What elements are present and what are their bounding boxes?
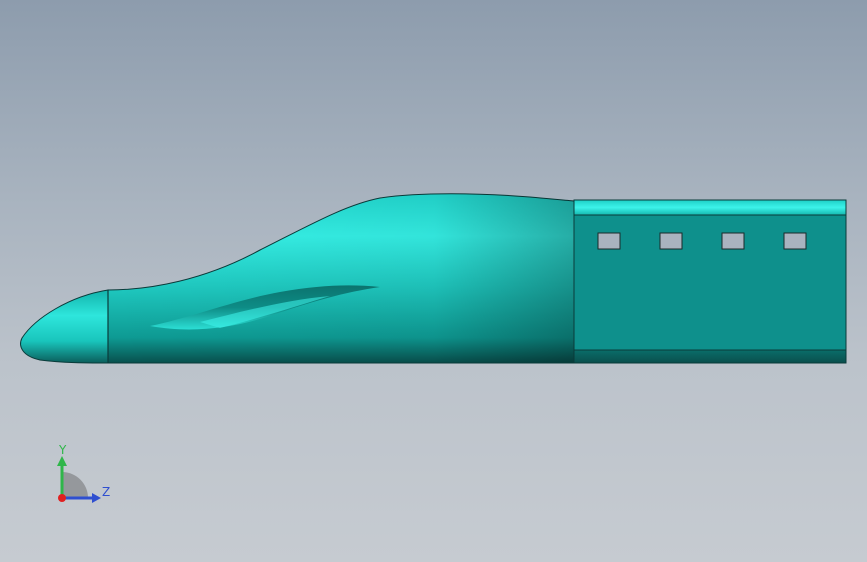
axis-z-label: Z [102, 485, 111, 499]
car-roof[interactable] [573, 199, 847, 216]
window-4[interactable] [783, 232, 807, 250]
nose-tip[interactable] [20, 289, 109, 364]
axis-y-label: Y [59, 443, 67, 457]
triad-quadrant [62, 472, 88, 498]
window-1[interactable] [597, 232, 621, 250]
window-3[interactable] [721, 232, 745, 250]
train-nose-model[interactable] [0, 0, 867, 562]
graphics-viewport[interactable]: Y Z [0, 0, 867, 562]
reference-triad: Y Z [40, 438, 120, 518]
car-skirt[interactable] [573, 349, 847, 364]
x-axis-dot-icon [58, 494, 66, 502]
window-2[interactable] [659, 232, 683, 250]
